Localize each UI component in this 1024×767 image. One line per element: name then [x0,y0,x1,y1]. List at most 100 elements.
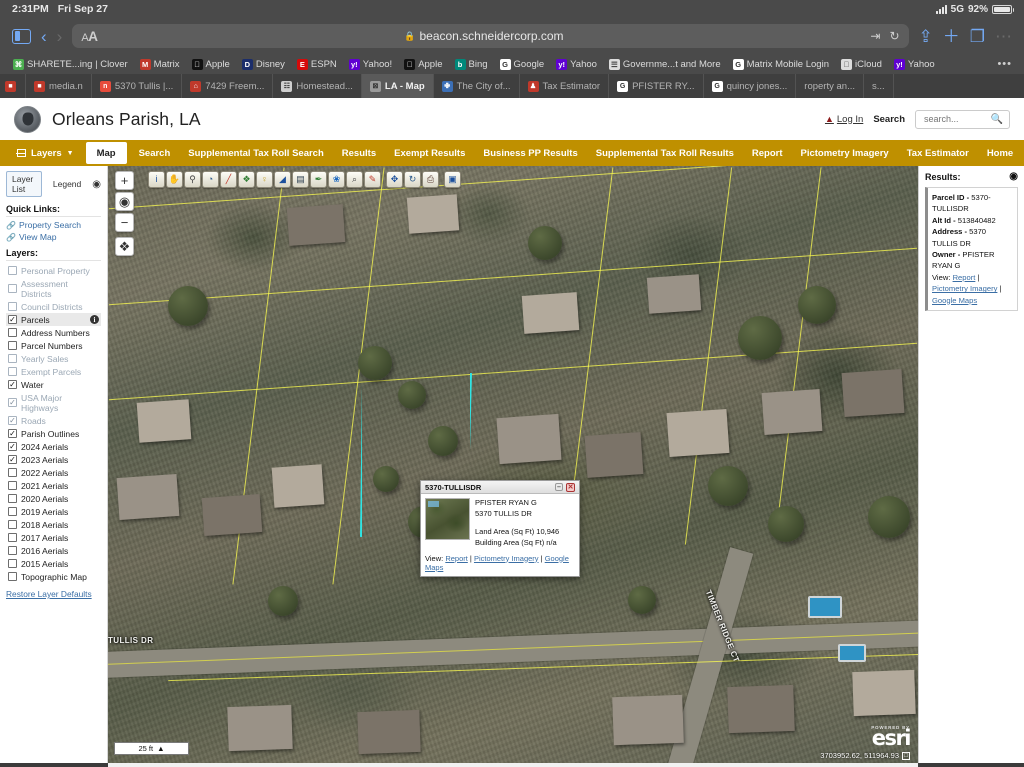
browser-tab[interactable]: ⌂ 7429 Freem... [182,74,274,98]
browser-tab[interactable]: G PFISTER RY... [609,74,704,98]
layer-checkbox[interactable] [8,328,17,337]
nav-item-home[interactable]: Home [978,140,1022,166]
browser-tab[interactable]: ■ [0,74,26,98]
zoom-in-button[interactable]: + [115,171,134,190]
layer-checkbox[interactable]: ✓ [8,455,17,464]
restore-layer-defaults-link[interactable]: Restore Layer Defaults [6,589,101,599]
favorite-item[interactable]: y! Yahoo! [344,57,397,72]
layer-item-2016-aerials[interactable]: 2016 Aerials [6,544,101,557]
extent-tool[interactable]: ✥ [386,171,403,188]
layer-item-2024-aerials[interactable]: ✓ 2024 Aerials [6,440,101,453]
layer-checkbox[interactable] [8,284,17,293]
nav-item-exempt-results[interactable]: Exempt Results [385,140,474,166]
favorites-more-icon[interactable]: ••• [997,58,1016,70]
favorite-item[interactable]: M Matrix [135,57,185,72]
nav-item-tax-estimator[interactable]: Tax Estimator [898,140,978,166]
layer-checkbox[interactable] [8,341,17,350]
search-link[interactable]: Search [873,114,905,125]
browser-tab[interactable]: roperty an... [796,74,864,98]
layer-item-topographic-map[interactable]: Topographic Map [6,570,101,583]
search-box[interactable]: 🔍 [915,109,1010,129]
nav-layers-toggle[interactable]: Layers ▼ [8,140,83,166]
sketch-tool[interactable]: ✒ [310,171,327,188]
layer-checkbox[interactable] [8,507,17,516]
favorite-item[interactable]: Apple [187,57,235,72]
browser-tab[interactable]: ☷ Homestead... [273,74,362,98]
layer-checkbox[interactable] [8,266,17,275]
favorite-item[interactable]: G Matrix Mobile Login [728,57,834,72]
zoom-in-tool[interactable]: ⚲ [184,171,201,188]
identify-tool[interactable]: i [148,171,165,188]
layer-item-council-districts[interactable]: Council Districts [6,300,101,313]
share-icon[interactable]: ⇪ [919,28,933,45]
nav-item-pictometry-imagery[interactable]: Pictometry Imagery [792,140,898,166]
favorite-item[interactable]: iCloud [836,57,887,72]
browser-tab[interactable]: Gquincy jones... [704,74,797,98]
layer-item-2020-aerials[interactable]: 2020 Aerials [6,492,101,505]
layer-checkbox[interactable]: ✓ [8,442,17,451]
nav-item-report[interactable]: Report [743,140,792,166]
layer-checkbox[interactable]: ✓ [8,429,17,438]
layers-tool[interactable]: ▤ [292,171,309,188]
browser-tab[interactable]: ✙ The City of... [434,74,520,98]
layer-checkbox[interactable] [8,546,17,555]
save-tool[interactable]: ▣ [444,171,461,188]
search-tool[interactable]: ⌕ [346,171,363,188]
select-tool[interactable]: ❖ [238,171,255,188]
aerial-thumbnail[interactable] [425,498,470,540]
globe-home-button[interactable]: ◉ [115,192,134,211]
layer-item-2015-aerials[interactable]: 2015 Aerials [6,557,101,570]
bookmark-tool[interactable]: ❀ [328,171,345,188]
layer-item-2022-aerials[interactable]: 2022 Aerials [6,466,101,479]
layer-item-parcel-numbers[interactable]: Parcel Numbers [6,339,101,352]
layer-item-personal-property[interactable]: Personal Property [6,264,101,277]
result-link-google-maps[interactable]: Google Maps [932,296,977,305]
locate-crosshair-button[interactable]: ❖ [115,237,134,256]
forward-chevron-icon[interactable]: › [57,28,63,45]
layer-checkbox[interactable]: ✓ [8,315,17,324]
layer-item-exempt-parcels[interactable]: Exempt Parcels [6,365,101,378]
browser-tab[interactable]: s... [864,74,894,98]
plus-icon[interactable]: ＋ [943,28,960,45]
tab-overview-icon[interactable]: ❐ [970,28,985,45]
favorite-item[interactable]: E ESPN [292,57,342,72]
map-viewport[interactable]: TULLIS DR TIMBER RIDGE CT + ◉ − ❖ i ✋ ⚲ ◔ ╱ ❖… [108,166,918,763]
minimize-icon[interactable]: – [555,483,563,491]
quick-link-property-search[interactable]: 🔗 Property Search [6,220,101,230]
more-options-icon[interactable]: ⋯ [995,28,1012,45]
favorite-item[interactable]: ⌘ SHARETE...ing | Clover [8,57,133,72]
layer-item-yearly-sales[interactable]: Yearly Sales [6,352,101,365]
back-chevron-icon[interactable]: ‹ [41,28,47,45]
scale-bar[interactable]: 25 ft ▲ [114,742,189,755]
nav-item-business-pp-results[interactable]: Business PP Results [474,140,586,166]
address-bar[interactable]: AA 🔒 beacon.schneidercorp.com ⇥ ↻ [72,24,909,48]
refresh-tool[interactable]: ↻ [404,171,421,188]
result-link-report[interactable]: Report [953,273,976,282]
popup-link-pictometry[interactable]: Pictometry Imagery [474,554,539,563]
layer-checkbox[interactable] [8,572,17,581]
text-size-button[interactable]: AA [81,29,98,44]
coordinate-toggle-icon[interactable]: □ [902,751,910,760]
close-icon[interactable]: ◉ [1009,171,1018,182]
sidebar-toggle-icon[interactable] [12,28,31,44]
layer-item-water[interactable]: ✓ Water [6,378,101,391]
reload-icon[interactable]: ↻ [889,29,899,43]
result-card[interactable]: Parcel ID - 5370-TULLISDR Alt Id - 513840… [925,187,1018,311]
layer-checkbox[interactable] [8,559,17,568]
tab-layer-list[interactable]: Layer List [6,171,42,197]
layer-checkbox[interactable] [8,533,17,542]
zoom-previous-tool[interactable]: ◔ [202,171,219,188]
measure-tool[interactable]: ╱ [220,171,237,188]
favorite-item[interactable]: ☰ Governme...t and More [604,57,726,72]
layer-item-parcels[interactable]: ✓ Parcels i [6,313,101,326]
search-icon[interactable]: 🔍 [991,114,1003,125]
browser-tab[interactable]: ♟ Tax Estimator [520,74,610,98]
nav-item-supplemental-tax-roll-results[interactable]: Supplemental Tax Roll Results [587,140,743,166]
favorite-item[interactable]: Apple [399,57,447,72]
layer-checkbox[interactable] [8,481,17,490]
favorite-item[interactable]: G Google [495,57,550,72]
info-icon[interactable]: i [90,315,99,324]
pan-tool[interactable]: ✋ [166,171,183,188]
layer-item-2018-aerials[interactable]: 2018 Aerials [6,518,101,531]
layer-item-usa-major-highways[interactable]: ✓ USA Major Highways [6,391,101,414]
